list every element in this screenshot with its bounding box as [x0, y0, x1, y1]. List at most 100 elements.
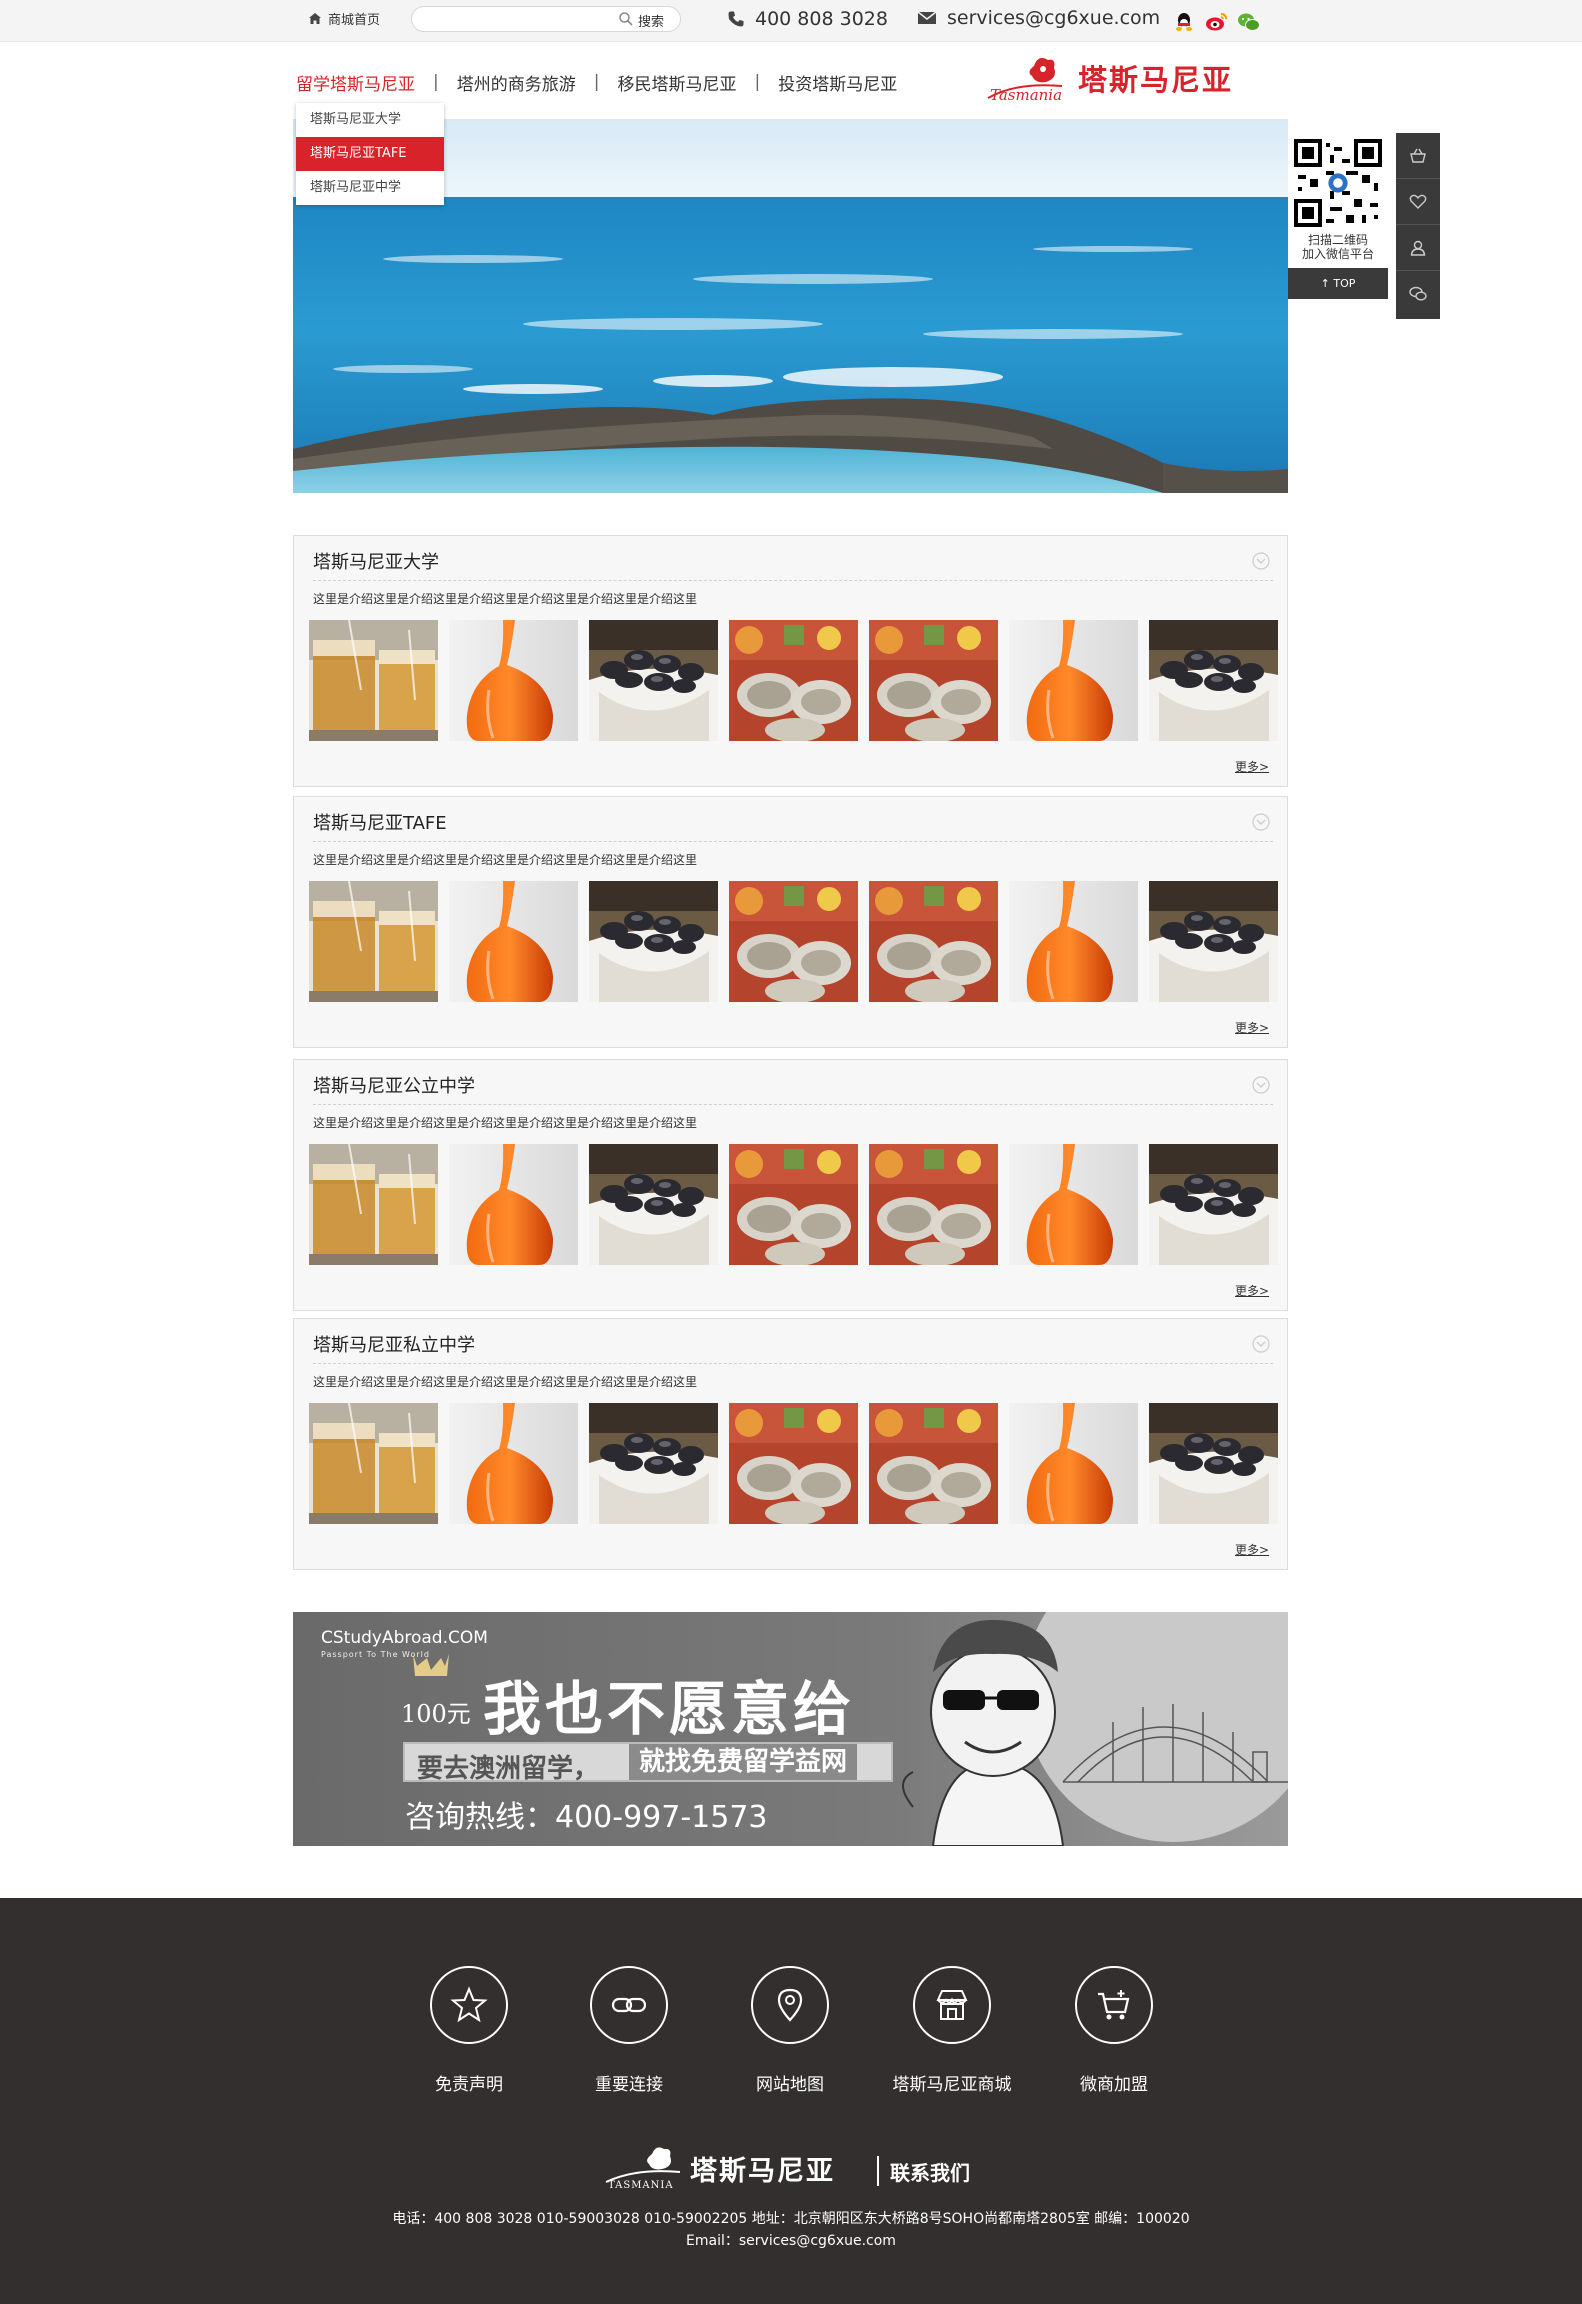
map-pin-icon: [777, 1988, 803, 2022]
thumbnail-mussels-bowl[interactable]: [589, 1403, 718, 1524]
email-address[interactable]: services@cg6xue.com: [917, 7, 1160, 29]
search-button[interactable]: 搜索: [638, 11, 664, 30]
dropdown-item-high-school[interactable]: 塔斯马尼亚中学: [296, 171, 444, 205]
thumbnail-oysters-plate[interactable]: [869, 1144, 998, 1265]
arrow-up-icon: ↑: [1320, 277, 1330, 290]
svg-text:塔斯马尼亚: 塔斯马尼亚: [1078, 63, 1233, 97]
section-description: 这里是介绍这里是介绍这里是介绍这里是介绍这里是介绍这里是介绍这里: [313, 1116, 698, 1130]
site-logo[interactable]: Tasmania 塔斯马尼亚: [986, 52, 1266, 108]
sidebar-account[interactable]: [1396, 225, 1440, 271]
thumbnail-oysters-plate[interactable]: [729, 881, 858, 1002]
chevron-down-icon[interactable]: [1251, 1075, 1271, 1095]
thumbnail-tea-glass[interactable]: [309, 1144, 438, 1265]
thumbnail-oysters-plate[interactable]: [729, 1144, 858, 1265]
thumbnail-orange-vase[interactable]: [1009, 1403, 1138, 1524]
thumbnail-oysters-plate[interactable]: [869, 881, 998, 1002]
thumbnail-oysters-plate[interactable]: [729, 1403, 858, 1524]
footer-link-franchise[interactable]: 微商加盟: [1034, 1966, 1194, 2095]
thumbnail-tea-glass[interactable]: [309, 1403, 438, 1524]
more-link[interactable]: 更多>: [1235, 1019, 1269, 1036]
footer-link-mall[interactable]: 塔斯马尼亚商城: [872, 1966, 1032, 2095]
footer-icon-circle: [751, 1966, 829, 2044]
thumbnail-orange-vase[interactable]: [1009, 881, 1138, 1002]
social-links: [1173, 11, 1260, 31]
sidebar-chat[interactable]: [1396, 271, 1440, 317]
home-link[interactable]: 商城首页: [308, 9, 380, 28]
thumbnail-mussels-bowl[interactable]: [1149, 1144, 1278, 1265]
divider: [313, 1363, 1273, 1364]
more-link[interactable]: 更多>: [1235, 1282, 1269, 1299]
dropdown-item-tafe[interactable]: 塔斯马尼亚TAFE: [296, 137, 444, 171]
footer-link-label: 免责声明: [435, 2075, 503, 2095]
more-link[interactable]: 更多>: [1235, 1541, 1269, 1558]
thumbnail-orange-vase[interactable]: [449, 620, 578, 741]
thumbnail-orange-vase[interactable]: [449, 1144, 578, 1265]
search-icon: [619, 12, 633, 26]
cart-icon: [1098, 1990, 1130, 2020]
sidebar-favorite[interactable]: [1396, 179, 1440, 225]
nav-item-business-travel[interactable]: 塔州的商务旅游: [457, 70, 576, 95]
ad-strip: 要去澳洲留学， 就找免费留学益网: [403, 1742, 893, 1784]
thumbnail-mussels-bowl[interactable]: [1149, 620, 1278, 741]
footer-contact-line: 电话：400 808 3028 010-59003028 010-5900220…: [392, 2211, 1190, 2227]
chevron-down-icon[interactable]: [1251, 551, 1271, 571]
thumbnail-mussels-bowl[interactable]: [589, 1144, 718, 1265]
ad-brand-tagline: Passport To The World: [321, 1650, 430, 1659]
wechat-icon[interactable]: [1237, 11, 1260, 31]
svg-text:TASMANIA: TASMANIA: [608, 2180, 674, 2191]
dropdown-item-university[interactable]: 塔斯马尼亚大学: [296, 103, 444, 137]
weibo-icon[interactable]: [1205, 11, 1227, 31]
more-link[interactable]: 更多>: [1235, 758, 1269, 775]
thumbnail-mussels-bowl[interactable]: [1149, 1403, 1278, 1524]
qq-icon[interactable]: [1173, 11, 1195, 31]
divider: [313, 841, 1273, 842]
thumbnail-orange-vase[interactable]: [449, 881, 578, 1002]
qr-caption-line1: 扫描二维码: [1307, 233, 1368, 247]
nav-dropdown: 塔斯马尼亚大学 塔斯马尼亚TAFE 塔斯马尼亚中学: [296, 103, 444, 205]
back-to-top-button[interactable]: ↑ TOP: [1288, 268, 1388, 299]
home-icon: [309, 13, 321, 24]
thumbnail-orange-vase[interactable]: [449, 1403, 578, 1524]
footer-icon-circle: [1075, 1966, 1153, 2044]
thumbnail-orange-vase[interactable]: [1009, 1144, 1138, 1265]
footer-icon-circle: [913, 1966, 991, 2044]
nav-item-study[interactable]: 留学塔斯马尼亚: [296, 70, 415, 95]
thumbnail-mussels-bowl[interactable]: [589, 881, 718, 1002]
thumbnail-oysters-plate[interactable]: [869, 1403, 998, 1524]
section-university: 塔斯马尼亚大学 这里是介绍这里是介绍这里是介绍这里是介绍这里是介绍这里是介绍这里…: [293, 535, 1288, 787]
ad-strip-text: 要去澳洲留学，: [417, 1754, 600, 1784]
email-text: services@cg6xue.com: [947, 7, 1161, 29]
search-input[interactable]: [424, 11, 614, 28]
footer-link-label: 重要连接: [595, 2075, 663, 2095]
thumbnail-oysters-plate[interactable]: [869, 620, 998, 741]
link-icon: [611, 1997, 647, 2013]
footer-link-important[interactable]: 重要连接: [549, 1966, 709, 2095]
footer-link-sitemap[interactable]: 网站地图: [710, 1966, 870, 2095]
thumbnail-tea-glass[interactable]: [309, 620, 438, 741]
thumbnail-oysters-plate[interactable]: [729, 620, 858, 741]
ad-banner[interactable]: CStudyAbroad.COM Passport To The World 1…: [293, 1612, 1288, 1846]
chevron-down-icon[interactable]: [1251, 1334, 1271, 1354]
footer-icon-circle: [590, 1966, 668, 2044]
divider: [313, 580, 1273, 581]
footer-link-label: 网站地图: [756, 2075, 824, 2095]
section-description: 这里是介绍这里是介绍这里是介绍这里是介绍这里是介绍这里是介绍这里: [313, 592, 698, 606]
phone-text: 400 808 3028: [755, 8, 888, 30]
thumbnail-mussels-bowl[interactable]: [1149, 881, 1278, 1002]
footer-email[interactable]: Email：services@cg6xue.com: [0, 2230, 1582, 2250]
chevron-down-icon[interactable]: [1251, 812, 1271, 832]
site-footer: 免责声明 重要连接 网站地图 塔斯马尼亚商城 微商加盟 TASMANIA 塔斯马…: [0, 1898, 1582, 2304]
section-title: 塔斯马尼亚公立中学: [313, 1076, 475, 1097]
thumbnail-orange-vase[interactable]: [1009, 620, 1138, 741]
thumbnail-tea-glass[interactable]: [309, 881, 438, 1002]
footer-link-label: 塔斯马尼亚商城: [892, 2075, 1012, 2095]
nav-item-investment[interactable]: 投资塔斯马尼亚: [778, 70, 897, 95]
chat-icon: [1409, 286, 1427, 301]
qr-code: [1294, 139, 1382, 227]
footer-link-disclaimer[interactable]: 免责声明: [389, 1966, 549, 2095]
thumbnail-row: [309, 1144, 1278, 1265]
phone-icon: [728, 11, 744, 27]
thumbnail-mussels-bowl[interactable]: [589, 620, 718, 741]
sidebar-basket[interactable]: [1396, 133, 1440, 179]
nav-item-immigration[interactable]: 移民塔斯马尼亚: [617, 70, 736, 95]
